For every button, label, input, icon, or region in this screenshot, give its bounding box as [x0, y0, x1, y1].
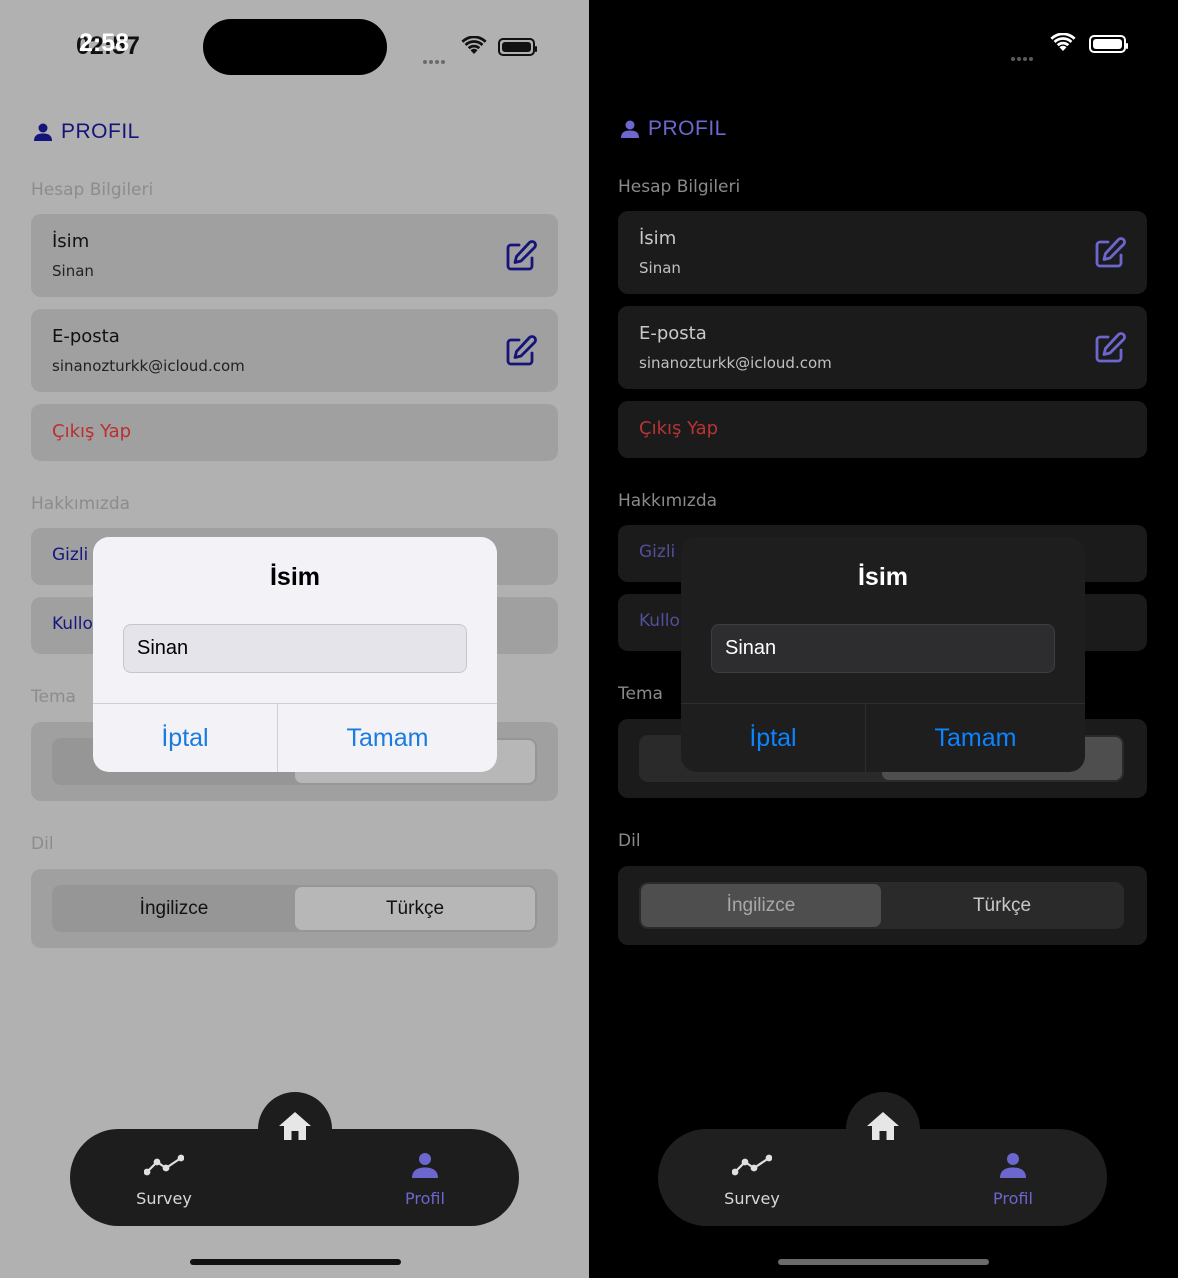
- logout-button[interactable]: Çıkış Yap: [31, 404, 558, 461]
- trend-icon: [144, 1154, 184, 1176]
- language-option-turkish[interactable]: Türkçe: [882, 884, 1122, 927]
- dialog-title: İsim: [857, 563, 909, 591]
- language-option-turkish[interactable]: Türkçe: [295, 887, 535, 930]
- terms-of-use-label: Kullo: [52, 614, 93, 634]
- section-account-label: Hesap Bilgileri: [618, 177, 741, 197]
- section-about-label: Hakkımızda: [31, 494, 131, 514]
- email-card[interactable]: E-posta sinanozturkk@icloud.com: [31, 309, 558, 392]
- cancel-button[interactable]: İptal: [681, 704, 866, 772]
- person-icon: [34, 123, 52, 141]
- name-card[interactable]: İsim Sinan: [618, 211, 1147, 294]
- language-card: İngilizce Türkçe: [618, 866, 1147, 945]
- trend-icon: [732, 1154, 772, 1176]
- tab-survey-label: Survey: [724, 1189, 780, 1208]
- email-value: sinanozturkk@icloud.com: [639, 354, 832, 372]
- home-button[interactable]: [258, 1092, 332, 1166]
- tab-profil[interactable]: Profil: [375, 1147, 475, 1208]
- home-indicator: [778, 1259, 989, 1265]
- edit-icon[interactable]: [1093, 331, 1127, 365]
- logout-label: Çıkış Yap: [639, 418, 719, 439]
- battery-icon: [1089, 35, 1128, 53]
- tab-survey[interactable]: Survey: [702, 1147, 802, 1208]
- person-icon: [1000, 1153, 1026, 1178]
- name-label: İsim: [52, 231, 90, 252]
- name-value: Sinan: [52, 262, 94, 280]
- section-theme-label: Tema: [31, 687, 76, 707]
- edit-icon[interactable]: [1093, 236, 1127, 270]
- language-segmented-control[interactable]: İngilizce Türkçe: [52, 885, 537, 932]
- cellular-signal-icon: [423, 49, 453, 64]
- terms-of-use-label: Kullo: [639, 611, 680, 631]
- tab-survey[interactable]: Survey: [114, 1147, 214, 1208]
- section-theme-label: Tema: [618, 684, 663, 704]
- section-language-label: Dil: [618, 831, 641, 851]
- edit-name-dialog: İsim Sinan İptal Tamam: [681, 537, 1085, 772]
- name-card[interactable]: İsim Sinan: [31, 214, 558, 297]
- wifi-icon: [461, 36, 487, 54]
- logout-button[interactable]: Çıkış Yap: [618, 401, 1147, 458]
- person-icon: [621, 120, 639, 138]
- cancel-button[interactable]: İptal: [93, 704, 278, 772]
- tab-profil[interactable]: Profil: [963, 1147, 1063, 1208]
- section-language-label: Dil: [31, 834, 54, 854]
- page-title: PROFIL: [33, 120, 140, 144]
- page-title-text: PROFIL: [61, 120, 140, 143]
- edit-icon[interactable]: [504, 239, 538, 273]
- ok-button[interactable]: Tamam: [278, 704, 497, 772]
- tab-profil-label: Profil: [993, 1189, 1033, 1208]
- email-label: E-posta: [639, 323, 707, 344]
- section-about-label: Hakkımızda: [618, 491, 718, 511]
- dynamic-island: [203, 19, 387, 75]
- home-button[interactable]: [846, 1092, 920, 1166]
- light-mode-screen: 02:57 PROFIL Hesap Bilgileri İsim Sinan …: [0, 0, 589, 1278]
- tab-profil-label: Profil: [405, 1189, 445, 1208]
- home-icon: [279, 1112, 311, 1140]
- ok-button[interactable]: Tamam: [866, 704, 1085, 772]
- status-time: 2:58: [79, 29, 130, 57]
- wifi-icon: [1050, 33, 1076, 51]
- name-value: Sinan: [639, 259, 681, 277]
- language-segmented-control[interactable]: İngilizce Türkçe: [639, 882, 1124, 929]
- name-label: İsim: [639, 228, 677, 249]
- battery-icon: [498, 38, 537, 56]
- page-title: PROFIL: [620, 117, 727, 141]
- home-indicator: [190, 1259, 401, 1265]
- email-label: E-posta: [52, 326, 120, 347]
- language-option-english[interactable]: İngilizce: [641, 884, 881, 927]
- email-value: sinanozturkk@icloud.com: [52, 357, 245, 375]
- edit-icon[interactable]: [504, 334, 538, 368]
- cellular-signal-icon: [1011, 46, 1041, 61]
- section-account-label: Hesap Bilgileri: [31, 180, 154, 200]
- person-icon: [412, 1153, 438, 1178]
- edit-name-dialog: İsim Sinan İptal Tamam: [93, 537, 497, 772]
- logout-label: Çıkış Yap: [52, 421, 132, 442]
- dialog-actions: İptal Tamam: [93, 703, 497, 772]
- email-card[interactable]: E-posta sinanozturkk@icloud.com: [618, 306, 1147, 389]
- name-input[interactable]: Sinan: [711, 624, 1055, 673]
- language-option-english[interactable]: İngilizce: [54, 887, 294, 930]
- page-title-text: PROFIL: [648, 117, 727, 140]
- dialog-actions: İptal Tamam: [681, 703, 1085, 772]
- privacy-policy-label: Gizli: [639, 542, 676, 562]
- tab-survey-label: Survey: [136, 1189, 192, 1208]
- name-input[interactable]: Sinan: [123, 624, 467, 673]
- privacy-policy-label: Gizli: [52, 545, 89, 565]
- home-icon: [867, 1112, 899, 1140]
- dialog-title: İsim: [269, 563, 321, 591]
- language-card: İngilizce Türkçe: [31, 869, 558, 948]
